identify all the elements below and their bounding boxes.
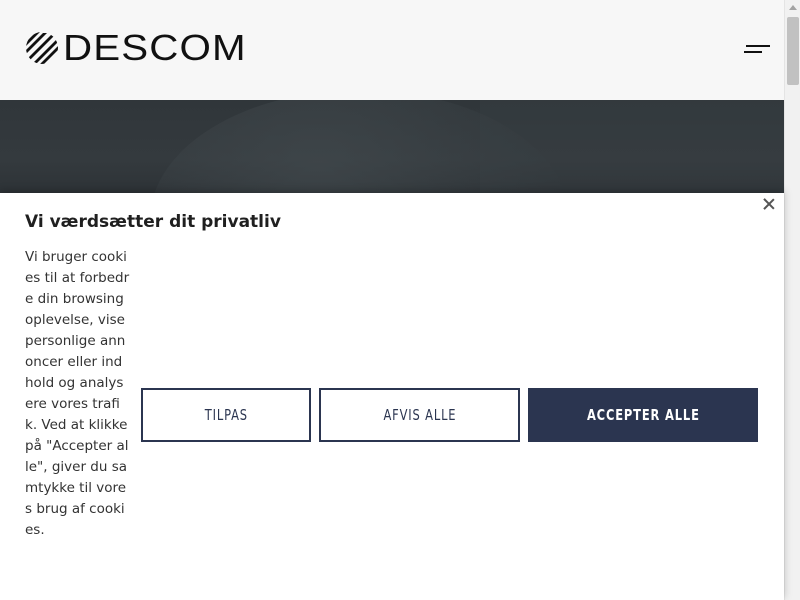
logo[interactable]: DESCOM	[25, 30, 246, 66]
reject-all-button[interactable]: AFVIS ALLE	[319, 388, 520, 442]
consent-title: Vi værdsætter dit privatliv	[25, 212, 281, 232]
logo-text: DESCOM	[63, 27, 247, 68]
page-scrollbar[interactable]	[784, 0, 800, 600]
scroll-up-arrow-icon[interactable]	[789, 5, 797, 10]
site-header: DESCOM	[0, 0, 784, 100]
scrollbar-thumb[interactable]	[787, 17, 799, 85]
descom-logo-mark-icon	[26, 32, 58, 64]
cookie-consent-banner: Vi værdsætter dit privatliv Vi bruger co…	[0, 193, 784, 600]
accept-all-button-label: ACCEPTER ALLE	[586, 406, 700, 424]
customize-button-label: TILPAS	[204, 406, 248, 424]
hero-banner	[0, 100, 784, 200]
customize-button[interactable]: TILPAS	[141, 388, 311, 442]
reject-all-button-label: AFVIS ALLE	[383, 406, 456, 424]
accept-all-button[interactable]: ACCEPTER ALLE	[528, 388, 758, 442]
hero-image-panel	[480, 100, 784, 200]
hamburger-menu-icon[interactable]	[744, 43, 770, 57]
close-icon[interactable]	[763, 198, 775, 210]
consent-description: Vi bruger cookies til at forbedre din br…	[25, 249, 130, 538]
